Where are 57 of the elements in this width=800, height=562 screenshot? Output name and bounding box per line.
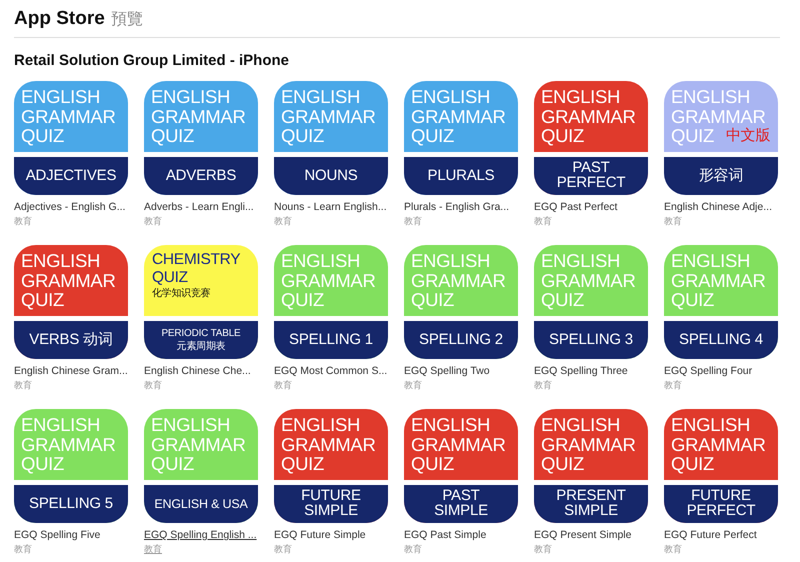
category-label: 教育 [144,543,162,556]
developer-heading: Retail Solution Group Limited - iPhone [14,52,290,69]
category-label: 教育 [14,543,32,556]
app-name-link[interactable]: Nouns - Learn English... [274,201,387,213]
app-icon[interactable]: ENGLISH GRAMMAR QUIZ SPELLING 3 [534,245,648,359]
app-name-link[interactable]: EGQ Future Simple [274,529,366,541]
app-name-link[interactable]: English Chinese Che... [144,365,251,377]
app-icon[interactable]: ENGLISH GRAMMAR QUIZ PAST SIMPLE [404,409,518,523]
app-name-link[interactable]: Adjectives - English G... [14,201,126,213]
app-name-link[interactable]: EGQ Past Simple [404,529,486,541]
app-icon[interactable]: ENGLISH GRAMMAR QUIZ SPELLING 2 [404,245,518,359]
category-label: 教育 [274,543,292,556]
app-icon[interactable]: ENGLISH GRAMMAR QUIZ SPELLING 5 [14,409,128,523]
app-icon[interactable]: ENGLISH GRAMMAR QUIZ NOUNS [274,81,388,195]
app-icon[interactable]: ENGLISH GRAMMAR QUIZ PAST PERFECT [534,81,648,195]
category-label: 教育 [534,215,552,228]
app-name-link[interactable]: EGQ Present Simple [534,529,632,541]
category-label: 教育 [404,215,422,228]
app-name-link[interactable]: EGQ Future Perfect [664,529,757,541]
store-title: App Store [14,8,105,30]
category-label: 教育 [144,379,162,392]
category-label: 教育 [14,379,32,392]
category-label: 教育 [664,543,682,556]
app-icon[interactable]: ENGLISH GRAMMAR QUIZ PRESENT SIMPLE [534,409,648,523]
app-name-link[interactable]: EGQ Most Common S... [274,365,388,377]
app-icon[interactable]: ENGLISH GRAMMAR QUIZ FUTURE PERFECT [664,409,778,523]
preview-label: 預覽 [110,10,143,30]
app-name-link[interactable]: EGQ Spelling English ... [144,529,257,541]
app-icon[interactable]: ENGLISH GRAMMAR QUIZ ADJECTIVES [14,81,128,195]
category-label: 教育 [274,215,292,228]
category-label: 教育 [274,379,292,392]
app-name-link[interactable]: EGQ Spelling Three [534,365,628,377]
app-name-link[interactable]: EGQ Spelling Four [664,365,752,377]
category-label: 教育 [664,215,682,228]
category-label: 教育 [404,379,422,392]
category-label: 教育 [664,379,682,392]
app-icon[interactable]: ENGLISH GRAMMAR QUIZ VERBS 动词 [14,245,128,359]
app-icon[interactable]: ENGLISH GRAMMAR QUIZ ENGLISH & USA [144,409,258,523]
category-label: 教育 [14,215,32,228]
app-name-link[interactable]: Plurals - English Gra... [404,201,510,213]
app-icon[interactable]: ENGLISH GRAMMAR QUIZ ADVERBS [144,81,258,195]
app-icon[interactable]: ENGLISH GRAMMAR QUIZ SPELLING 4 [664,245,778,359]
app-icon[interactable]: ENGLISH GRAMMAR QUIZ 中文版 形容词 [664,81,778,195]
category-label: 教育 [404,543,422,556]
category-label: 教育 [534,543,552,556]
app-name-link[interactable]: Adverbs - Learn Engli... [144,201,254,213]
category-label: 教育 [144,215,162,228]
app-icon[interactable]: CHEMISTRY QUIZ 化学知识竞赛 PERIODIC TABLE 元素周期表 [144,245,258,359]
app-icon[interactable]: ENGLISH GRAMMAR QUIZ FUTURE SIMPLE [274,409,388,523]
app-name-link[interactable]: English Chinese Adje... [664,201,772,213]
app-name-link[interactable]: EGQ Spelling Two [404,365,490,377]
app-name-link[interactable]: EGQ Spelling Five [14,529,100,541]
app-icon[interactable]: ENGLISH GRAMMAR QUIZ PLURALS [404,81,518,195]
app-name-link[interactable]: English Chinese Gram... [14,365,128,377]
category-label: 教育 [534,379,552,392]
app-name-link[interactable]: EGQ Past Perfect [534,201,618,213]
app-icon[interactable]: ENGLISH GRAMMAR QUIZ SPELLING 1 [274,245,388,359]
